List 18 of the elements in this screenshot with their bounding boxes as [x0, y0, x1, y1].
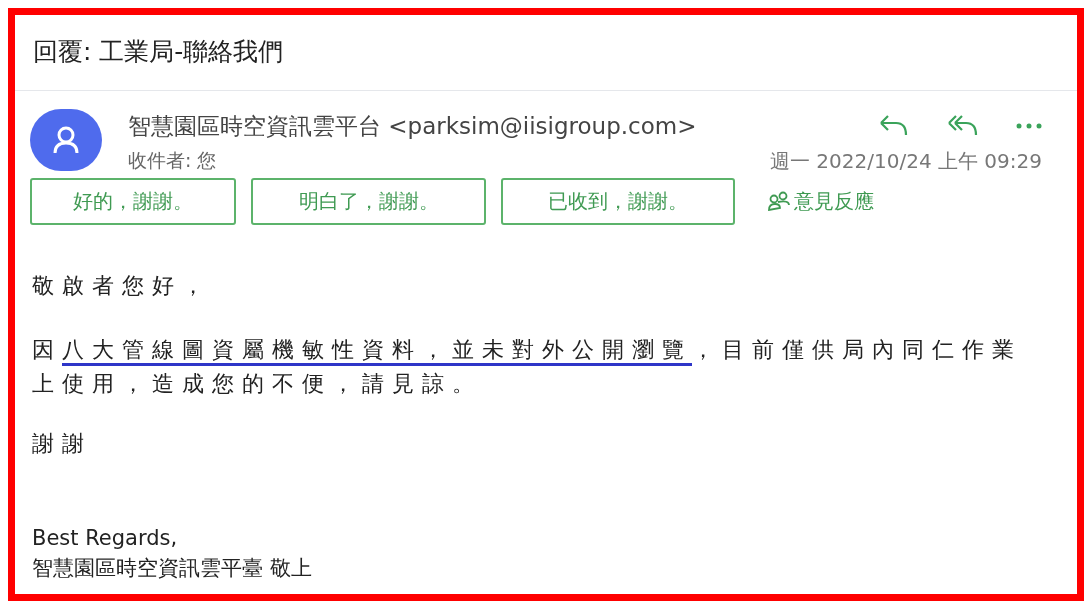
sender-name: 智慧園區時空資訊雲平台 <parksim@iisigroup.com>: [128, 112, 697, 141]
feedback-link[interactable]: 意見反應: [768, 186, 874, 216]
reply-icon[interactable]: [878, 115, 908, 138]
sent-date: 週一 2022/10/24 上午 09:29: [770, 147, 1042, 175]
signature-line: Best Regards,: [32, 524, 178, 552]
more-icon[interactable]: [1016, 123, 1042, 130]
reply-all-icon[interactable]: [946, 115, 978, 138]
quick-reply-button[interactable]: 已收到，謝謝。: [501, 177, 735, 225]
body-paragraph: 敬啟者您好，: [32, 271, 213, 300]
quick-reply-button[interactable]: 明白了，謝謝。: [251, 177, 486, 225]
recipient-label: 收件者: 您: [128, 148, 217, 174]
person-icon: [53, 126, 79, 154]
body-paragraph: 因 八大管線圖資屬機敏性資料，並未對外公開瀏覽，目前僅供局內同仁作業上使用，造成您的不便，請見諒。: [32, 335, 1023, 398]
signature-line: 智慧園區時空資訊雲平臺 敬上: [32, 554, 312, 582]
email-subject: 回覆: 工業局-聯絡我們: [33, 36, 284, 68]
body-paragraph: 謝謝: [32, 429, 93, 458]
people-icon: [768, 191, 790, 211]
quick-reply-button[interactable]: 好的，謝謝。: [30, 177, 236, 225]
